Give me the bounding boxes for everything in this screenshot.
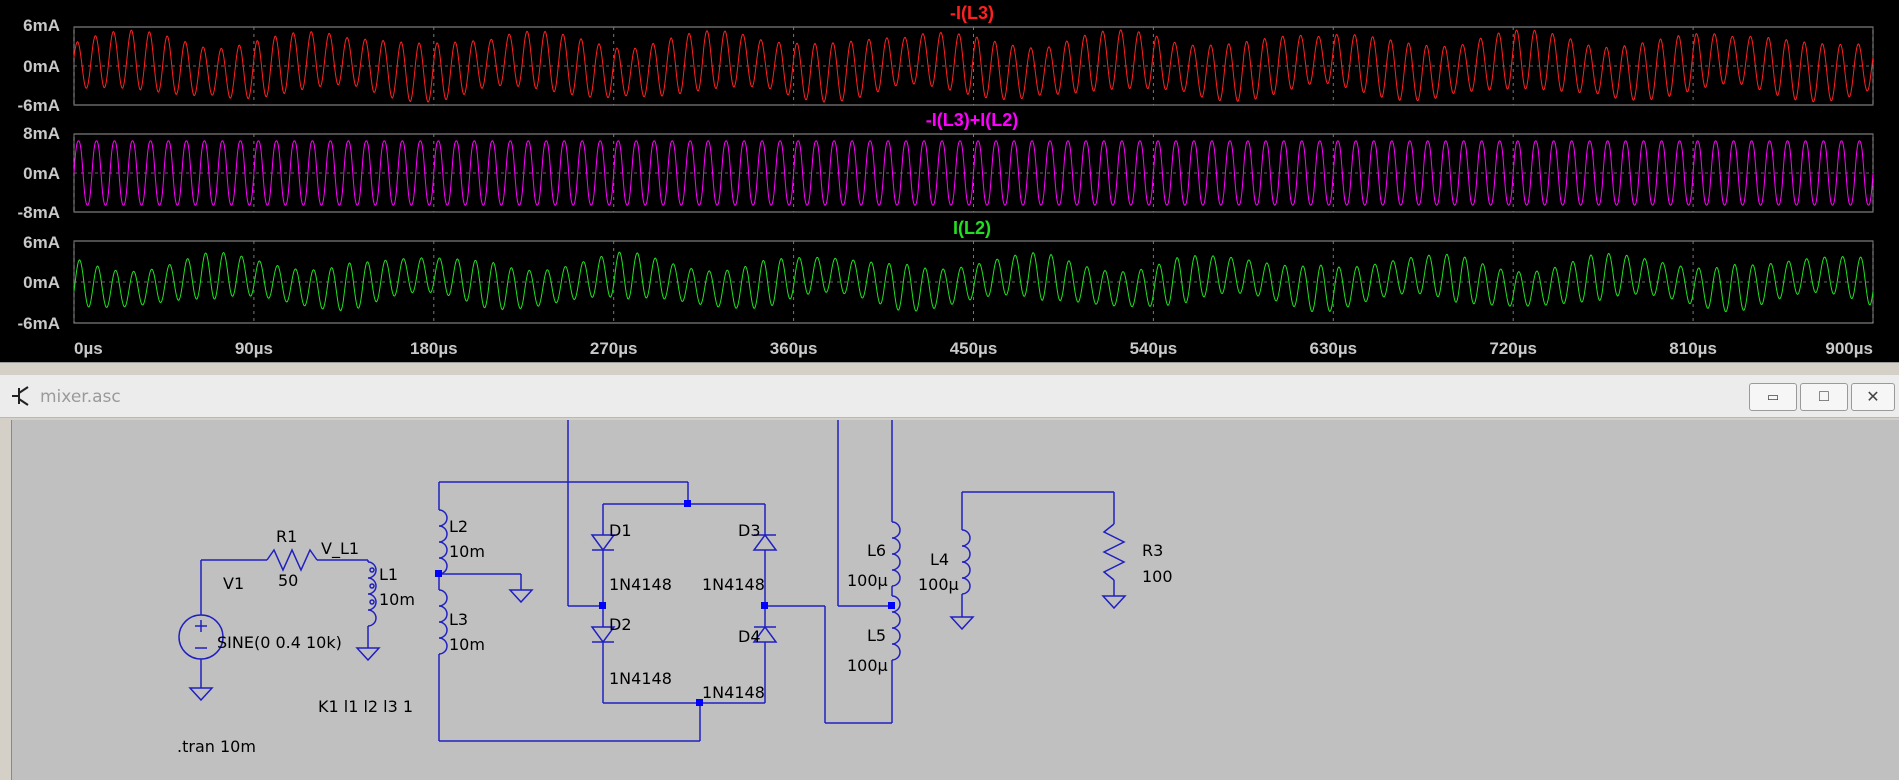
l2-value: 10m [449,542,485,561]
l3-value: 10m [449,635,485,654]
y-tick-1-bot: -6mA [17,96,60,115]
l6-ref: L6 [867,541,886,560]
x-tick-label: 270µs [590,339,638,358]
ground-icon-r3 [1101,595,1127,610]
voltage-source-v1[interactable] [178,560,224,688]
l6-value: 100µ [847,571,888,590]
v1-ref: V1 [223,574,244,593]
close-button[interactable]: ✕ [1851,383,1895,411]
coupling-directive[interactable]: K1 l1 l2 l3 1 [318,697,413,716]
trace-title-2[interactable]: -I(L3)+I(L2) [926,110,1019,130]
y-tick-3-bot: -6mA [17,314,60,333]
d4-value: 1N4148 [702,683,765,702]
y-tick-1-top: 6mA [23,16,60,35]
r3-value: 100 [1142,567,1173,586]
inductor-l1[interactable] [367,560,377,627]
x-tick-label: 540µs [1130,339,1178,358]
trace-title-3[interactable]: I(L2) [953,218,991,238]
inductor-l2[interactable] [438,509,448,575]
v1-value: SINE(0 0.4 10k) [217,633,342,652]
resistor-r3[interactable] [1102,523,1126,581]
d3-ref: D3 [738,521,761,540]
ground-icon-center-tap [508,589,534,604]
y-tick-2-top: 8mA [23,124,60,143]
y-tick-3-top: 6mA [23,233,60,252]
l1-ref: L1 [379,565,398,584]
r3-ref: R3 [1142,541,1163,560]
net-label-v-l1: V_L1 [321,539,359,559]
x-tick-label: 0µs [74,339,103,358]
x-tick-label: 810µs [1669,339,1717,358]
pane-divider[interactable] [0,362,1899,375]
x-tick-label: 900µs [1825,339,1873,358]
x-tick-label: 450µs [950,339,998,358]
maximize-button[interactable]: □ [1800,383,1848,411]
waveform-plot[interactable]: -I(L3) -I(L3)+I(L2) I(L2) 6mA 0mA -6mA 8… [0,0,1899,362]
schematic-canvas[interactable]: V1 SINE(0 0.4 10k) R1 50 V_L1 L1 10m L2 … [11,420,1899,780]
inductor-l6[interactable] [891,521,901,587]
transistor-icon [12,386,29,406]
waveform-pane[interactable]: -I(L3) -I(L3)+I(L2) I(L2) 6mA 0mA -6mA 8… [0,0,1899,362]
inductor-l4[interactable] [961,529,971,595]
x-tick-label: 630µs [1309,339,1357,358]
maximize-icon: □ [1819,388,1829,405]
minimize-button[interactable]: ▭ [1749,383,1797,411]
x-tick-label: 360µs [770,339,818,358]
x-tick-label: 720µs [1489,339,1537,358]
ground-icon-v1 [188,687,214,702]
d2-ref: D2 [609,615,632,634]
trace-title-1[interactable]: -I(L3) [950,3,994,23]
l5-value: 100µ [847,656,888,675]
window-title: mixer.asc [40,387,121,407]
y-tick-2-bot: -8mA [17,203,60,222]
l4-ref: L4 [930,550,949,569]
tran-directive[interactable]: .tran 10m [177,737,256,756]
resistor-r1[interactable] [266,548,318,572]
d3-value: 1N4148 [702,575,765,594]
l3-ref: L3 [449,610,468,629]
l2-ref: L2 [449,517,468,536]
close-icon: ✕ [1866,389,1880,406]
d4-ref: D4 [738,627,761,646]
d2-value: 1N4148 [609,669,672,688]
r1-value: 50 [278,571,298,590]
x-axis-ticks: 0µs 90µs 180µs 270µs 360µs 450µs 540µs 630µs 720… [74,339,1873,358]
d1-ref: D1 [609,521,632,540]
inductor-l3[interactable] [438,589,448,655]
ground-icon-l1 [355,647,381,662]
l4-value: 100µ [918,575,959,594]
y-tick-2-mid: 0mA [23,164,60,183]
y-tick-1-mid: 0mA [23,57,60,76]
schematic-drawing[interactable]: V1 SINE(0 0.4 10k) R1 50 V_L1 L1 10m L2 … [12,420,1899,780]
ground-icon-l4 [949,616,975,631]
l5-ref: L5 [867,626,886,645]
d1-value: 1N4148 [609,575,672,594]
minimize-icon: ▭ [1766,389,1780,404]
r1-ref: R1 [276,527,297,546]
trace-line-3 [73,251,1874,313]
x-tick-label: 180µs [410,339,458,358]
l1-value: 10m [379,590,415,609]
y-tick-3-mid: 0mA [23,273,60,292]
x-tick-label: 90µs [235,339,273,358]
schematic-titlebar[interactable]: mixer.asc ▭ □ ✕ [0,375,1899,418]
